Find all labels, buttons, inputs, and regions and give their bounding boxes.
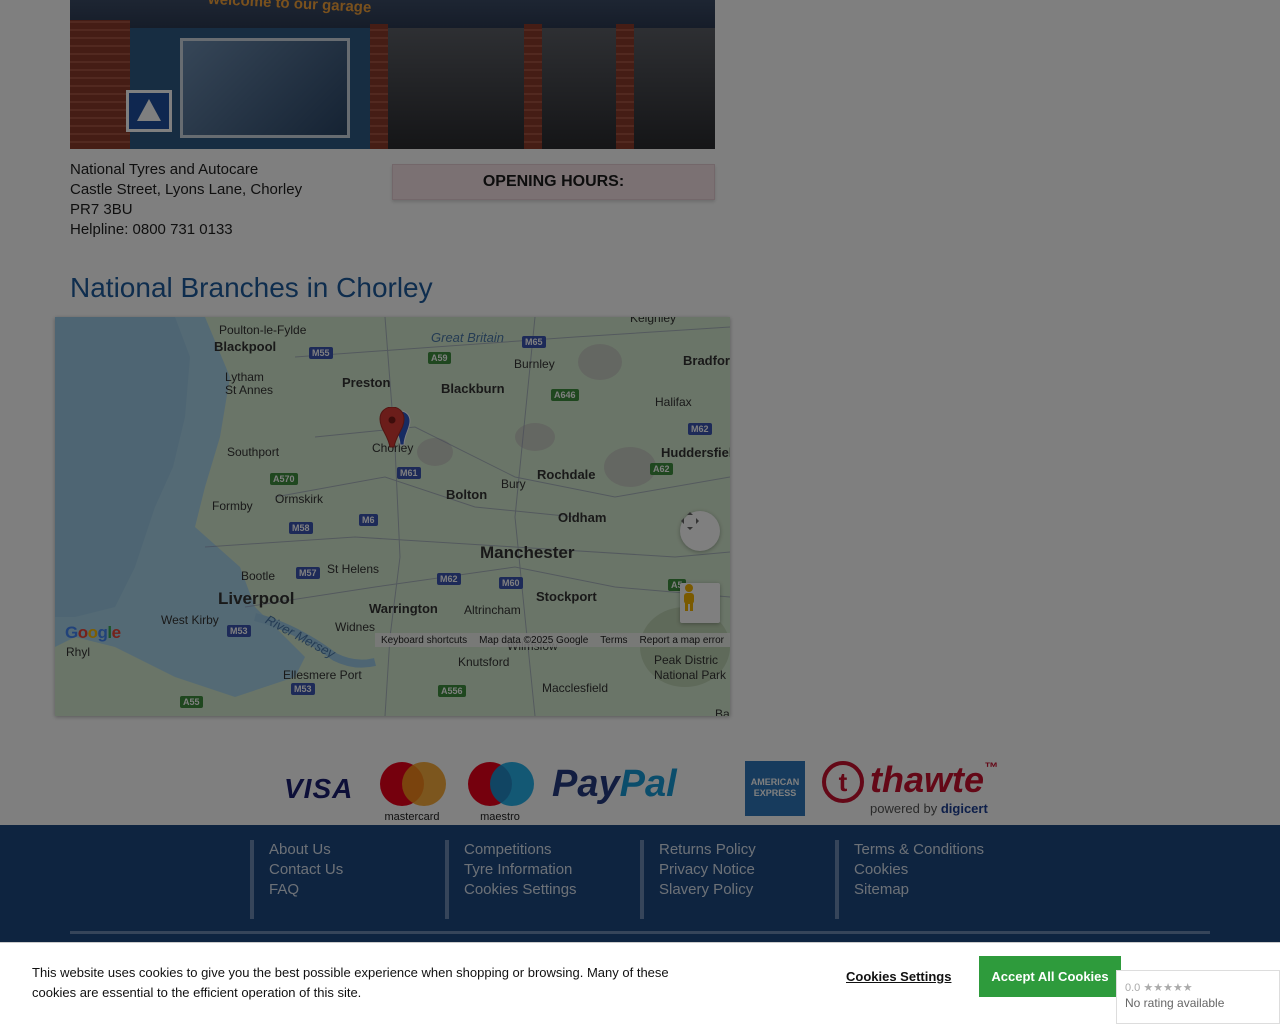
cookies-settings-button[interactable]: Cookies Settings [830,956,968,996]
cookie-consent-backdrop [0,0,1280,1024]
accept-all-cookies-button[interactable]: Accept All Cookies [979,956,1121,997]
cookie-message: This website uses cookies to give you th… [32,965,669,1000]
rating-status: No rating available [1125,996,1225,1010]
google-rating-badge[interactable]: 0.0 ★★★★★ No rating available [1116,970,1280,1024]
rating-score: 0.0 [1125,982,1141,994]
rating-stars-icon: ★★★★★ [1143,982,1193,994]
cookie-banner: This website uses cookies to give you th… [0,942,1280,1024]
